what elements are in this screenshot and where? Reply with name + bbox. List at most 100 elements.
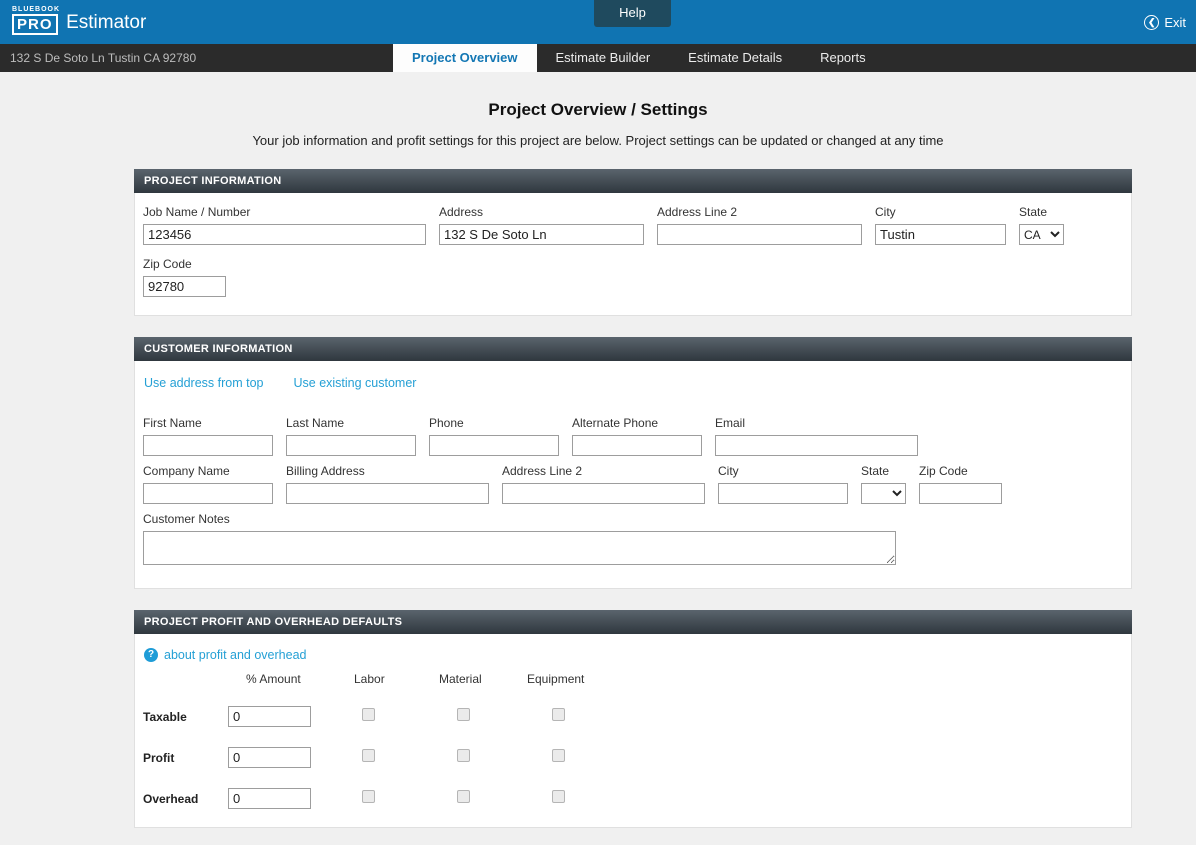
customer-address2-label: Address Line 2 xyxy=(502,464,583,478)
project-address2-input[interactable] xyxy=(657,224,862,245)
overhead-labor-checkbox[interactable] xyxy=(362,789,375,803)
taxable-equipment-cell xyxy=(503,707,598,726)
email-field: Email xyxy=(715,416,918,456)
about-profit-overhead-label: about profit and overhead xyxy=(164,648,307,662)
profit-amount-input[interactable] xyxy=(228,747,311,768)
customer-notes-field: Customer Notes xyxy=(143,512,1121,570)
project-address-field: Address xyxy=(439,205,644,245)
tab-estimate-builder[interactable]: Estimate Builder xyxy=(537,44,670,72)
customer-state-field: State xyxy=(861,464,906,504)
company-name-field: Company Name xyxy=(143,464,273,504)
profit-material-checkbox[interactable] xyxy=(457,748,470,762)
email-label: Email xyxy=(715,416,746,430)
project-zip-input[interactable] xyxy=(143,276,226,297)
taxable-row: Taxable xyxy=(143,706,1121,727)
exit-label: Exit xyxy=(1164,15,1186,30)
taxable-material-cell xyxy=(408,707,503,726)
customer-notes-textarea[interactable] xyxy=(143,531,896,565)
tab-reports[interactable]: Reports xyxy=(801,44,885,72)
customer-state-select[interactable] xyxy=(861,483,906,504)
project-city-label: City xyxy=(875,205,896,219)
alternate-phone-label: Alternate Phone xyxy=(572,416,659,430)
phone-input[interactable] xyxy=(429,435,559,456)
customer-state-label: State xyxy=(861,464,890,478)
customer-zip-input[interactable] xyxy=(919,483,1002,504)
customer-zip-field: Zip Code xyxy=(919,464,1002,504)
profit-overhead-section: PROJECT PROFIT AND OVERHEAD DEFAULTS ? a… xyxy=(134,610,1132,828)
exit-button[interactable]: ❮ Exit xyxy=(1144,15,1186,30)
taxable-amount-input[interactable] xyxy=(228,706,311,727)
customer-info-row-2: Company Name Billing Address Address Lin… xyxy=(143,464,1121,504)
company-name-input[interactable] xyxy=(143,483,273,504)
email-input[interactable] xyxy=(715,435,918,456)
top-bar: BLUEBOOK PRO Estimator Help ❮ Exit xyxy=(0,0,1196,44)
taxable-labor-checkbox[interactable] xyxy=(362,707,375,721)
column-material: Material xyxy=(439,672,482,686)
job-name-input[interactable] xyxy=(143,224,426,245)
billing-address-input[interactable] xyxy=(286,483,489,504)
first-name-field: First Name xyxy=(143,416,273,456)
project-info-row-2: Zip Code xyxy=(143,257,1121,297)
profit-equipment-cell xyxy=(503,748,598,767)
project-state-select[interactable]: CA xyxy=(1019,224,1064,245)
last-name-input[interactable] xyxy=(286,435,416,456)
use-address-from-top-link[interactable]: Use address from top xyxy=(144,376,264,390)
customer-info-row-1: First Name Last Name Phone Alternate Pho… xyxy=(143,416,1121,456)
project-address2-field: Address Line 2 xyxy=(657,205,862,245)
customer-information-panel: Use address from top Use existing custom… xyxy=(134,361,1132,589)
use-existing-customer-link[interactable]: Use existing customer xyxy=(294,376,417,390)
customer-zip-label: Zip Code xyxy=(919,464,968,478)
overhead-material-cell xyxy=(408,789,503,808)
overhead-equipment-cell xyxy=(503,789,598,808)
about-profit-overhead-link[interactable]: ? about profit and overhead xyxy=(144,648,1121,662)
taxable-equipment-checkbox[interactable] xyxy=(552,707,565,721)
column-labor: Labor xyxy=(354,672,385,686)
first-name-input[interactable] xyxy=(143,435,273,456)
taxable-amount-cell xyxy=(228,706,313,727)
customer-city-field: City xyxy=(718,464,848,504)
tab-project-overview[interactable]: Project Overview xyxy=(393,44,537,72)
phone-field: Phone xyxy=(429,416,559,456)
project-city-field: City xyxy=(875,205,1006,245)
overhead-material-checkbox[interactable] xyxy=(457,789,470,803)
billing-address-field: Billing Address xyxy=(286,464,489,504)
page-subtitle: Your job information and profit settings… xyxy=(252,133,944,148)
project-state-field: State CA xyxy=(1019,205,1064,245)
profit-overhead-panel: ? about profit and overhead % Amount Lab… xyxy=(134,634,1132,828)
customer-links: Use address from top Use existing custom… xyxy=(144,376,1121,390)
profit-equipment-checkbox[interactable] xyxy=(552,748,565,762)
last-name-field: Last Name xyxy=(286,416,416,456)
overhead-equipment-checkbox[interactable] xyxy=(552,789,565,803)
overhead-label: Overhead xyxy=(143,791,199,806)
customer-address2-input[interactable] xyxy=(502,483,705,504)
project-address-input[interactable] xyxy=(439,224,644,245)
profit-material-cell xyxy=(408,748,503,767)
customer-city-label: City xyxy=(718,464,739,478)
overhead-amount-input[interactable] xyxy=(228,788,311,809)
company-name-label: Company Name xyxy=(143,464,230,478)
overhead-labor-cell xyxy=(313,789,408,808)
nav-bar: 132 S De Soto Ln Tustin CA 92780 Project… xyxy=(0,44,1196,72)
main-tabs: Project Overview Estimate Builder Estima… xyxy=(393,44,885,72)
profit-labor-checkbox[interactable] xyxy=(362,748,375,762)
alternate-phone-input[interactable] xyxy=(572,435,702,456)
phone-label: Phone xyxy=(429,416,464,430)
tab-estimate-details[interactable]: Estimate Details xyxy=(669,44,801,72)
customer-city-input[interactable] xyxy=(718,483,848,504)
column-equipment: Equipment xyxy=(527,672,585,686)
overhead-amount-cell xyxy=(228,788,313,809)
taxable-labor-cell xyxy=(313,707,408,726)
job-name-label: Job Name / Number xyxy=(143,205,251,219)
project-state-label: State xyxy=(1019,205,1048,219)
project-info-row-1: Job Name / Number Address Address Line 2… xyxy=(143,205,1121,245)
help-button[interactable]: Help xyxy=(594,0,671,27)
profit-row: Profit xyxy=(143,747,1121,768)
job-name-field: Job Name / Number xyxy=(143,205,426,245)
project-zip-label: Zip Code xyxy=(143,257,192,271)
last-name-label: Last Name xyxy=(286,416,345,430)
taxable-material-checkbox[interactable] xyxy=(457,707,470,721)
project-city-input[interactable] xyxy=(875,224,1006,245)
bluebook-pro-logo: BLUEBOOK PRO xyxy=(12,6,60,35)
billing-address-label: Billing Address xyxy=(286,464,365,478)
profit-labor-cell xyxy=(313,748,408,767)
